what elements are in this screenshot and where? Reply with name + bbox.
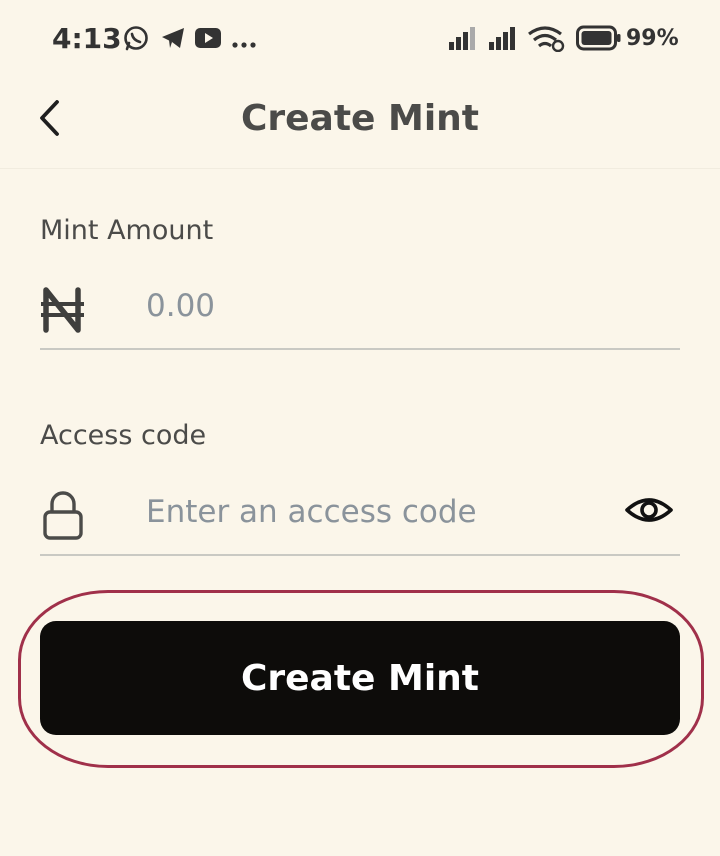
mint-amount-field [40,276,680,350]
more-dots-icon [232,34,256,53]
mint-amount-input[interactable] [146,276,616,336]
wifi-icon [527,24,565,56]
header: Create Mint [0,82,720,169]
mint-amount-label: Mint Amount [40,215,214,246]
create-mint-button[interactable]: Create Mint [40,621,680,735]
battery-percentage: 99% [626,26,679,51]
access-code-label: Access code [40,420,207,451]
signal-icon [448,24,478,56]
page-title: Create Mint [240,98,480,139]
eye-icon [625,498,673,522]
telegram-icon [159,24,187,56]
status-time: 4:13 [52,22,122,55]
access-code-field [40,482,680,556]
toggle-visibility-button[interactable] [624,488,674,536]
access-code-input[interactable] [146,482,616,542]
status-bar: 4:13 99% [0,0,720,80]
naira-icon [41,287,84,333]
battery-icon [576,25,622,55]
whatsapp-icon [122,24,150,56]
youtube-icon [194,24,222,56]
signal-icon [488,24,518,56]
lock-icon [43,491,83,540]
